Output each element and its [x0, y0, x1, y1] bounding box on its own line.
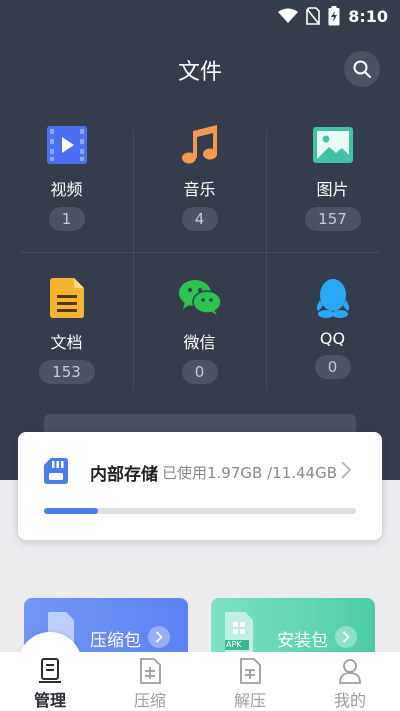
page-title: 文件 — [177, 60, 222, 85]
category-video[interactable]: 视频 1 — [0, 110, 133, 255]
storage-name: 内部存储 — [90, 465, 158, 485]
chevron-right-icon — [342, 631, 350, 643]
storage-progress-fill — [44, 508, 98, 514]
category-qq[interactable]: QQ 0 — [266, 263, 399, 408]
category-music[interactable]: 音乐 4 — [133, 110, 266, 255]
category-count: 153 — [38, 360, 95, 384]
music-icon — [181, 125, 217, 164]
chevron-right-icon — [155, 631, 163, 643]
document-icon — [49, 278, 84, 318]
extract-icon — [240, 657, 261, 684]
archive-tile-label: 压缩包 — [90, 631, 141, 651]
battery-charging-icon — [328, 6, 340, 26]
no-sim-icon — [306, 7, 321, 25]
category-count: 0 — [314, 355, 351, 379]
status-time: 8:10 — [348, 6, 388, 26]
apk-badge: APK — [226, 640, 242, 649]
search-button[interactable] — [344, 51, 380, 87]
category-count: 1 — [48, 207, 85, 231]
category-label: 微信 — [183, 333, 216, 352]
nav-item-manage[interactable]: 管理 — [0, 652, 100, 711]
search-icon — [353, 60, 371, 78]
category-label: 图片 — [316, 180, 349, 199]
category-label: 音乐 — [183, 180, 216, 199]
category-count: 0 — [181, 360, 218, 384]
chevron-right-icon — [341, 461, 352, 479]
wifi-icon — [278, 8, 299, 23]
video-icon — [46, 126, 87, 164]
apk-tile[interactable]: APK 安装包 — [211, 598, 375, 652]
nav-item-compress[interactable]: 压缩 — [100, 652, 200, 711]
nav-label: 管理 — [33, 691, 66, 710]
compress-icon — [140, 657, 161, 684]
category-count: 157 — [304, 207, 361, 231]
storage-usage: 已使用1.97GB /11.44GB — [162, 464, 337, 482]
category-document[interactable]: 文档 153 — [0, 263, 133, 408]
internal-storage-card[interactable]: 内部存储 已使用1.97GB /11.44GB — [18, 432, 382, 540]
nav-item-extract[interactable]: 解压 — [200, 652, 300, 711]
nav-item-mine[interactable]: 我的 — [300, 652, 400, 711]
wechat-icon — [178, 280, 221, 315]
bottom-nav: 管理 压缩 解压 我的 — [0, 652, 400, 711]
category-count: 4 — [181, 207, 218, 231]
user-icon — [339, 658, 361, 684]
apk-tile-label: 安装包 — [277, 631, 328, 651]
apk-tile-arrow — [335, 626, 357, 648]
category-label: QQ — [319, 329, 346, 348]
image-icon — [312, 127, 353, 163]
nav-label: 解压 — [233, 691, 266, 710]
status-bar: 8:10 — [0, 0, 400, 34]
sd-card-icon — [44, 458, 68, 484]
category-wechat[interactable]: 微信 0 — [133, 263, 266, 408]
nav-label: 压缩 — [133, 691, 166, 710]
category-label: 视频 — [50, 180, 83, 199]
archive-tile-arrow — [148, 626, 170, 648]
storage-progress-bar — [44, 508, 356, 514]
nav-label: 我的 — [333, 691, 366, 710]
category-image[interactable]: 图片 157 — [266, 110, 399, 255]
category-grid: 视频 1 音乐 4 图片 157 文档 153 微信 0 QQ 0 — [0, 110, 400, 400]
qq-icon — [316, 279, 349, 318]
manage-icon — [39, 657, 61, 683]
category-label: 文档 — [50, 333, 83, 352]
